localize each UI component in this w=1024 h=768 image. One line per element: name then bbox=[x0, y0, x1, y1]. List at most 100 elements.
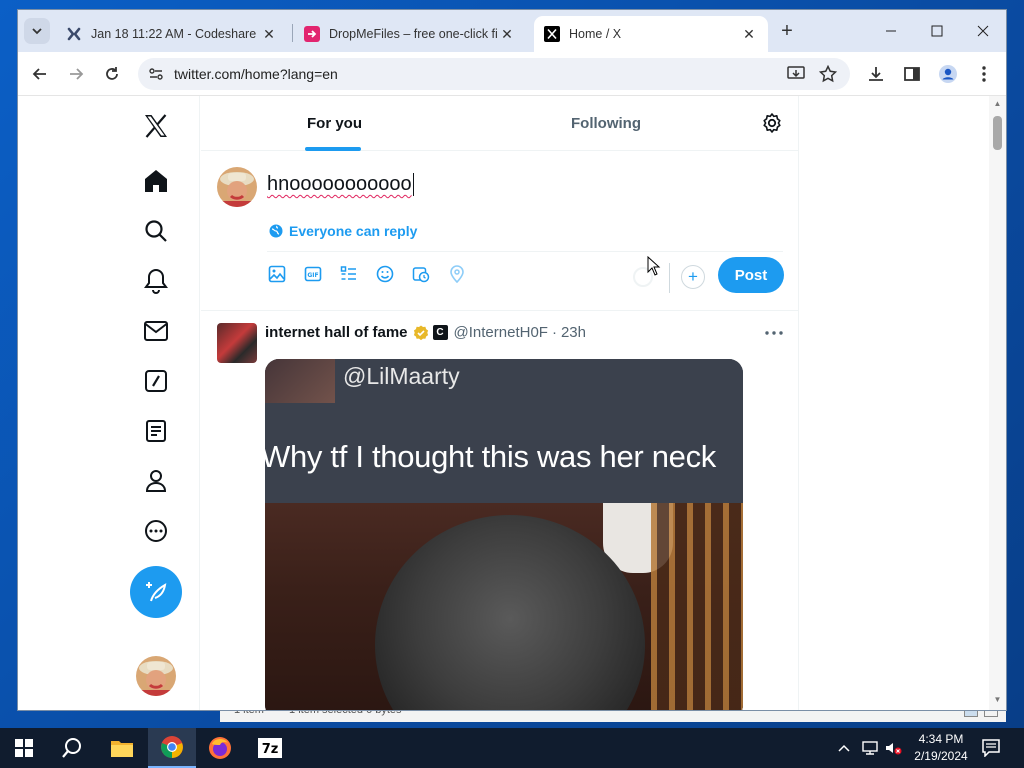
location-button[interactable] bbox=[446, 263, 468, 285]
smiley-icon bbox=[376, 265, 394, 283]
page-scrollbar[interactable]: ▲ ▼ bbox=[989, 96, 1006, 710]
tab-following[interactable]: Following bbox=[571, 96, 641, 151]
taskbar-chrome[interactable] bbox=[148, 728, 196, 768]
tweet-author-avatar[interactable] bbox=[217, 323, 257, 363]
tab-home-x[interactable]: Home / X ✕ bbox=[534, 16, 768, 52]
add-post-button[interactable]: + bbox=[681, 265, 705, 289]
address-bar[interactable]: twitter.com/home?lang=en bbox=[138, 58, 850, 90]
svg-text:GIF: GIF bbox=[307, 272, 318, 279]
meme-header: @LilMaarty Why tf I thought this was her… bbox=[265, 359, 743, 503]
globe-icon bbox=[269, 224, 283, 238]
grok-slash-icon bbox=[145, 370, 167, 392]
taskbar-file-explorer[interactable] bbox=[98, 728, 146, 768]
list-icon bbox=[146, 420, 166, 442]
media-button[interactable] bbox=[266, 263, 288, 285]
chrome-window: Jan 18 11:22 AM - Codeshare ✕ DropMeFile… bbox=[18, 10, 1006, 710]
profile-button[interactable] bbox=[936, 62, 960, 86]
clock-date: 2/19/2024 bbox=[914, 749, 968, 763]
taskbar-clock[interactable]: 4:34 PM 2/19/2024 bbox=[906, 731, 976, 765]
close-tab-icon[interactable]: ✕ bbox=[498, 25, 516, 43]
nav-notifications[interactable] bbox=[142, 267, 170, 295]
search-icon bbox=[145, 220, 167, 242]
close-tab-icon[interactable]: ✕ bbox=[740, 25, 758, 43]
tab-title: Home / X bbox=[569, 27, 622, 41]
tab-for-you[interactable]: For you bbox=[307, 96, 362, 151]
network-icon[interactable] bbox=[860, 728, 880, 768]
tweet-author-handle[interactable]: @InternetH0F bbox=[454, 324, 548, 341]
tab-search-button[interactable] bbox=[24, 18, 50, 44]
download-icon bbox=[869, 67, 883, 81]
close-window-button[interactable] bbox=[960, 18, 1006, 44]
schedule-button[interactable] bbox=[410, 263, 432, 285]
url-text: twitter.com/home?lang=en bbox=[174, 66, 338, 82]
tab-codeshare[interactable]: Jan 18 11:22 AM - Codeshare ✕ bbox=[56, 16, 288, 52]
clock-time: 4:34 PM bbox=[918, 732, 964, 746]
close-icon bbox=[977, 25, 989, 37]
compose-post-button[interactable] bbox=[130, 566, 182, 618]
browser-toolbar: twitter.com/home?lang=en bbox=[18, 52, 1006, 96]
post-button[interactable]: Post bbox=[718, 257, 784, 293]
account-avatar[interactable] bbox=[136, 656, 176, 696]
browser-menu-button[interactable] bbox=[972, 62, 996, 86]
nav-profile[interactable] bbox=[142, 467, 170, 495]
nav-home[interactable] bbox=[142, 167, 170, 195]
scroll-thumb[interactable] bbox=[993, 116, 1002, 150]
scroll-up-arrow[interactable]: ▲ bbox=[993, 100, 1002, 108]
x-home-page: For you Following hnooooooooooo Everyone… bbox=[18, 96, 1006, 710]
poll-icon bbox=[340, 266, 356, 280]
install-app-icon[interactable] bbox=[784, 62, 808, 86]
composer-avatar[interactable] bbox=[217, 167, 257, 207]
tweet-author-name[interactable]: internet hall of fame bbox=[265, 324, 408, 341]
minimize-button[interactable] bbox=[868, 18, 914, 44]
back-button[interactable] bbox=[28, 62, 52, 86]
bookmark-star-icon[interactable] bbox=[816, 62, 840, 86]
kebab-menu-icon bbox=[982, 66, 986, 82]
taskbar-search-button[interactable] bbox=[48, 728, 96, 768]
scroll-down-arrow[interactable]: ▼ bbox=[993, 696, 1002, 704]
close-tab-icon[interactable]: ✕ bbox=[260, 25, 278, 43]
forward-button[interactable] bbox=[64, 62, 88, 86]
emoji-button[interactable] bbox=[374, 263, 396, 285]
nav-more[interactable] bbox=[142, 517, 170, 545]
x-logo-link[interactable] bbox=[142, 112, 170, 140]
tab-strip: Jan 18 11:22 AM - Codeshare ✕ DropMeFile… bbox=[18, 10, 1006, 52]
windows-taskbar: 7z 4:34 PM 2/19/2024 bbox=[0, 728, 1024, 768]
tweet-card[interactable]: internet hall of fame C @InternetH0F · 2… bbox=[201, 311, 798, 710]
nav-messages[interactable] bbox=[142, 317, 170, 345]
gif-icon: GIF bbox=[304, 266, 322, 282]
feather-plus-icon bbox=[146, 582, 167, 602]
post-composer: hnooooooooooo Everyone can reply GIF + P… bbox=[201, 151, 798, 311]
gif-button[interactable]: GIF bbox=[302, 263, 324, 285]
nav-lists[interactable] bbox=[142, 417, 170, 445]
downloads-button[interactable] bbox=[864, 62, 888, 86]
poll-button[interactable] bbox=[338, 263, 360, 285]
composer-divider bbox=[267, 251, 783, 252]
new-tab-button[interactable]: + bbox=[776, 20, 798, 42]
notifications-button[interactable] bbox=[982, 728, 1000, 768]
nav-grok[interactable] bbox=[142, 367, 170, 395]
compose-textarea[interactable]: hnooooooooooo bbox=[267, 173, 414, 196]
tweet-dot: · bbox=[551, 324, 557, 341]
tweet-timestamp[interactable]: 23h bbox=[561, 324, 586, 341]
taskbar-firefox[interactable] bbox=[196, 728, 244, 768]
reply-setting-button[interactable]: Everyone can reply bbox=[269, 223, 417, 239]
profile-icon bbox=[939, 65, 957, 83]
tweet-media-image[interactable]: @LilMaarty Why tf I thought this was her… bbox=[265, 359, 743, 710]
svg-text:7z: 7z bbox=[262, 742, 279, 757]
tab-dropmefiles[interactable]: DropMeFiles – free one-click fil ✕ bbox=[294, 16, 526, 52]
main-timeline: For you Following hnooooooooooo Everyone… bbox=[201, 96, 799, 710]
maximize-button[interactable] bbox=[914, 18, 960, 44]
taskbar-7zip[interactable]: 7z bbox=[246, 728, 294, 768]
more-horizontal-icon bbox=[765, 331, 783, 335]
tray-overflow-button[interactable] bbox=[838, 728, 850, 768]
x-logo-icon bbox=[544, 26, 560, 42]
volume-muted-icon[interactable] bbox=[884, 728, 902, 768]
tweet-more-button[interactable] bbox=[763, 325, 785, 341]
timeline-settings-button[interactable] bbox=[761, 112, 783, 134]
nav-explore[interactable] bbox=[142, 217, 170, 245]
start-button[interactable] bbox=[0, 728, 48, 768]
side-panel-icon bbox=[904, 67, 920, 81]
side-panel-button[interactable] bbox=[900, 62, 924, 86]
reload-button[interactable] bbox=[100, 62, 124, 86]
person-icon bbox=[145, 470, 167, 492]
